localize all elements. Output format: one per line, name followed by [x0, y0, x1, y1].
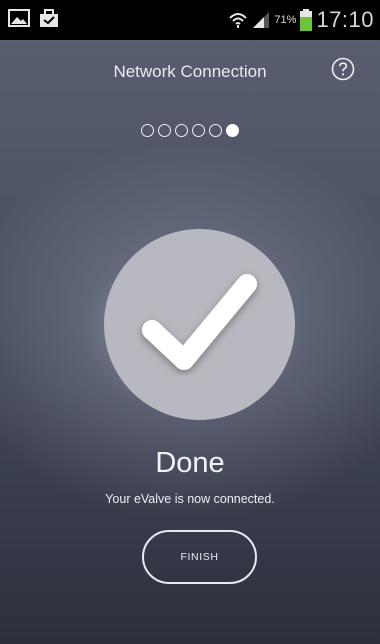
picture-icon	[8, 9, 30, 27]
checkmark-icon	[142, 274, 257, 370]
step-progress-indicator	[0, 124, 380, 137]
step-dot	[192, 124, 205, 137]
battery-icon	[300, 9, 313, 31]
briefcase-icon	[38, 8, 60, 28]
status-clock: 17:10	[316, 7, 374, 32]
done-title: Done	[155, 447, 225, 479]
status-right-group: 71% 17:10	[228, 0, 374, 40]
battery-percent: 71%	[274, 14, 297, 26]
page-title: Network Connection	[113, 62, 267, 81]
network-connection-screen: 71% 17:10 Network Connection Done Your e…	[0, 0, 380, 644]
wifi-icon	[228, 11, 248, 29]
step-dot	[175, 124, 188, 137]
finish-button[interactable]: FINISH	[142, 530, 257, 584]
help-button[interactable]	[331, 57, 355, 81]
step-dot-active	[226, 124, 239, 137]
question-circle-icon	[331, 57, 355, 81]
step-dot	[158, 124, 171, 137]
step-dot	[141, 124, 154, 137]
status-left-group	[8, 8, 60, 28]
signal-icon	[252, 11, 270, 29]
connection-message: Your eValve is now connected.	[105, 492, 275, 506]
step-dot	[209, 124, 222, 137]
status-bar: 71% 17:10	[0, 0, 380, 40]
app-header: Network Connection	[0, 40, 380, 104]
success-circle	[104, 229, 295, 420]
